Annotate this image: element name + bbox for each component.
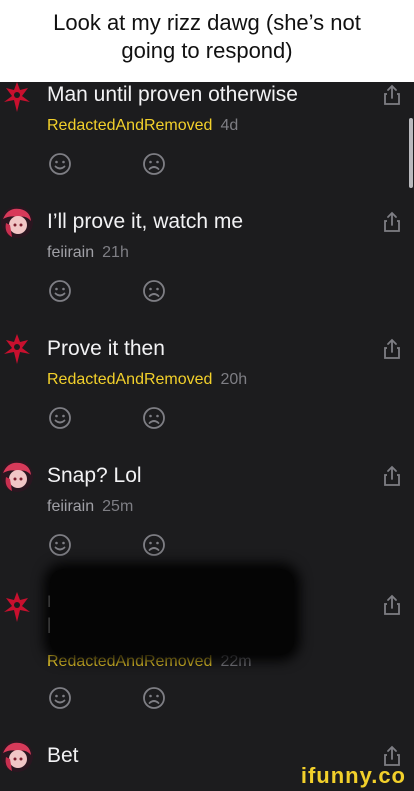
avatar[interactable] bbox=[0, 332, 34, 366]
frown-icon[interactable] bbox=[142, 533, 166, 557]
share-icon[interactable] bbox=[382, 211, 402, 233]
red-glyph-icon bbox=[0, 590, 34, 624]
comment-author[interactable]: feiirain bbox=[47, 498, 94, 515]
smile-icon[interactable] bbox=[48, 152, 72, 176]
red-glyph-icon bbox=[0, 82, 34, 114]
frown-icon[interactable] bbox=[142, 279, 166, 303]
smile-icon[interactable] bbox=[48, 686, 72, 710]
anime-avatar-icon bbox=[1, 740, 33, 772]
comment-author[interactable]: RedactedAndRemoved bbox=[47, 371, 212, 388]
share-icon[interactable] bbox=[382, 84, 402, 106]
avatar[interactable] bbox=[0, 82, 34, 114]
comment-author[interactable]: RedactedAndRemoved bbox=[47, 117, 212, 134]
comment-text: I’ll prove it, watch me bbox=[47, 210, 244, 233]
comment-meta: RedactedAndRemoved 22m bbox=[47, 652, 252, 672]
comment-text: Snap? Lol bbox=[47, 464, 142, 487]
comment-text: Prove it then bbox=[47, 337, 165, 360]
comment-time: 22m bbox=[220, 653, 252, 670]
scrollbar[interactable] bbox=[409, 118, 413, 188]
comment-time: 25m bbox=[102, 498, 134, 515]
avatar[interactable] bbox=[0, 739, 34, 773]
comment-meta: feiirain 21h bbox=[47, 243, 129, 263]
comment-time: 21h bbox=[102, 244, 129, 261]
comment-meta: RedactedAndRemoved 4d bbox=[47, 116, 238, 136]
avatar[interactable] bbox=[0, 205, 34, 239]
share-icon[interactable] bbox=[382, 338, 402, 360]
red-glyph-icon bbox=[0, 332, 34, 366]
avatar[interactable] bbox=[0, 590, 34, 624]
meme-caption: Look at my rizz dawg (she’s not going to… bbox=[0, 0, 414, 82]
comment-text: Man until proven otherwise bbox=[47, 83, 298, 106]
frown-icon[interactable] bbox=[142, 406, 166, 430]
share-icon[interactable] bbox=[382, 594, 402, 616]
ifunny-watermark: ifunny.co bbox=[300, 763, 406, 788]
comment-meta: feiirain 25m bbox=[47, 497, 133, 517]
redaction-block bbox=[50, 569, 294, 655]
comment-time: 4d bbox=[220, 117, 239, 134]
comment-author[interactable]: feiirain bbox=[47, 244, 94, 261]
comment-time: 20h bbox=[220, 371, 248, 388]
anime-avatar-icon bbox=[1, 460, 33, 492]
comment-meta: RedactedAndRemoved 20h bbox=[47, 370, 247, 390]
smile-icon[interactable] bbox=[48, 406, 72, 430]
share-icon[interactable] bbox=[382, 465, 402, 487]
smile-icon[interactable] bbox=[48, 533, 72, 557]
comment-text: Bet bbox=[47, 744, 79, 767]
frown-icon[interactable] bbox=[142, 152, 166, 176]
comment-author[interactable]: RedactedAndRemoved bbox=[47, 653, 212, 670]
comments-screen: Man until proven otherwise RedactedAndRe… bbox=[0, 82, 414, 791]
smile-icon[interactable] bbox=[48, 279, 72, 303]
anime-avatar-icon bbox=[1, 206, 33, 238]
frown-icon[interactable] bbox=[142, 686, 166, 710]
avatar[interactable] bbox=[0, 459, 34, 493]
